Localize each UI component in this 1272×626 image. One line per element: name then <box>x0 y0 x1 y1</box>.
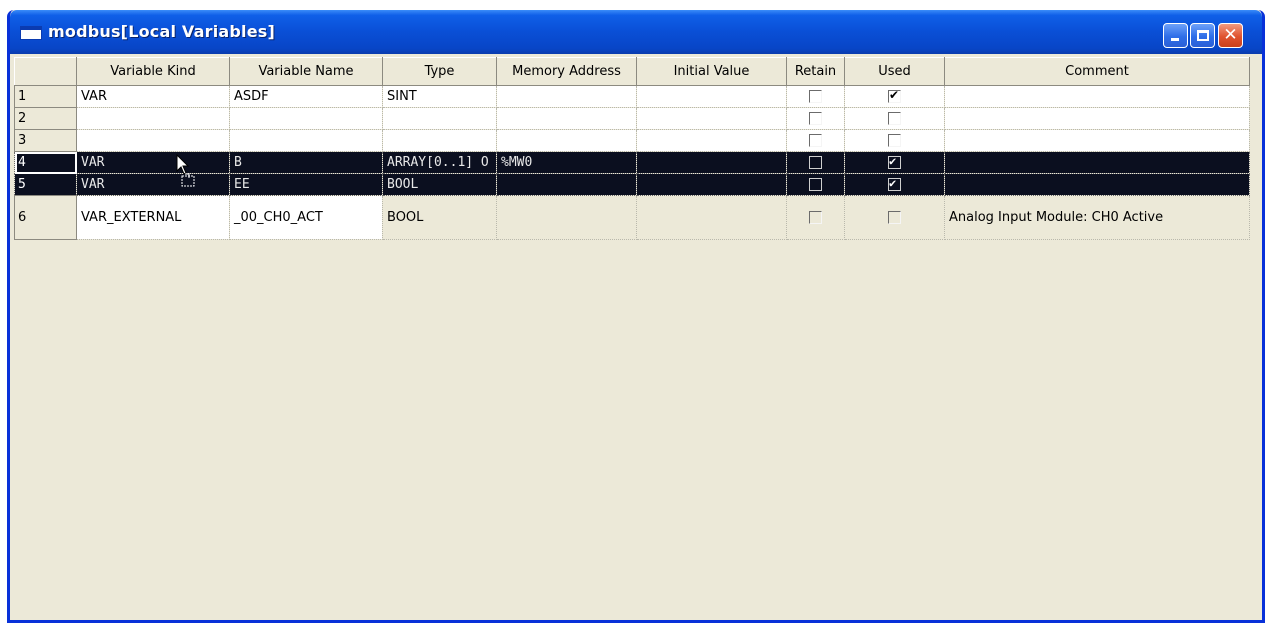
memory-address-cell[interactable] <box>496 173 637 196</box>
variable-kind-cell[interactable] <box>76 107 230 130</box>
table-row[interactable]: 3 <box>14 129 1250 152</box>
table-row[interactable]: 2 <box>14 107 1250 130</box>
retain-cell[interactable] <box>786 85 845 108</box>
used-cell[interactable] <box>844 107 945 130</box>
initial-value-cell[interactable] <box>636 173 787 196</box>
comment-cell[interactable] <box>944 129 1250 152</box>
row-number[interactable]: 1 <box>14 85 77 108</box>
initial-value-cell[interactable] <box>636 129 787 152</box>
table-row[interactable]: 6 VAR_EXTERNAL _00_CH0_ACT BOOL Analog I… <box>14 195 1250 240</box>
row-number[interactable]: 5 <box>14 173 77 196</box>
table-row[interactable]: 1 VAR ASDF SINT <box>14 85 1250 108</box>
used-cell[interactable] <box>844 173 945 196</box>
minimize-icon <box>1171 38 1179 41</box>
used-checkbox[interactable] <box>888 112 901 125</box>
column-header-comment[interactable]: Comment <box>944 57 1250 86</box>
column-header-initial-value[interactable]: Initial Value <box>636 57 787 86</box>
variable-kind-cell[interactable]: VAR <box>76 173 230 196</box>
retain-cell[interactable] <box>786 151 845 174</box>
memory-address-cell[interactable] <box>496 195 637 240</box>
retain-checkbox[interactable] <box>809 178 822 191</box>
type-cell[interactable] <box>382 129 497 152</box>
comment-cell[interactable] <box>944 107 1250 130</box>
used-cell[interactable] <box>844 195 945 240</box>
initial-value-cell[interactable] <box>636 195 787 240</box>
retain-cell[interactable] <box>786 173 845 196</box>
variable-name-cell[interactable]: B <box>229 151 383 174</box>
used-checkbox[interactable] <box>888 88 901 103</box>
variable-name-cell[interactable] <box>229 107 383 130</box>
variable-kind-cell[interactable]: VAR_EXTERNAL <box>76 195 230 240</box>
minimize-button[interactable] <box>1163 23 1188 48</box>
comment-cell[interactable] <box>944 151 1250 174</box>
type-cell[interactable]: ARRAY[0..1] O <box>382 151 497 174</box>
variable-name-cell[interactable]: EE <box>229 173 383 196</box>
comment-cell[interactable] <box>944 85 1250 108</box>
variable-name-cell[interactable]: _00_CH0_ACT <box>229 195 383 240</box>
used-checkbox[interactable] <box>888 211 901 224</box>
maximize-button[interactable] <box>1190 23 1215 48</box>
drag-copy-icon <box>181 173 195 187</box>
variables-table: Variable Kind Variable Name Type Memory … <box>14 57 1250 240</box>
type-cell[interactable] <box>382 107 497 130</box>
window-title: modbus[Local Variables] <box>48 22 276 41</box>
initial-value-cell[interactable] <box>636 107 787 130</box>
column-header-variable-kind[interactable]: Variable Kind <box>76 57 230 86</box>
maximize-icon <box>1197 30 1209 41</box>
retain-checkbox[interactable] <box>809 112 822 125</box>
memory-address-cell[interactable] <box>496 129 637 152</box>
comment-cell[interactable]: Analog Input Module: CH0 Active <box>944 195 1250 240</box>
variable-kind-cell[interactable]: VAR <box>76 85 230 108</box>
column-header-retain[interactable]: Retain <box>786 57 845 86</box>
variables-grid-area: Variable Kind Variable Name Type Memory … <box>10 54 1262 620</box>
corner-header[interactable] <box>14 57 77 86</box>
retain-checkbox[interactable] <box>809 134 822 147</box>
row-number[interactable]: 6 <box>14 195 77 240</box>
memory-address-cell[interactable] <box>496 85 637 108</box>
initial-value-cell[interactable] <box>636 151 787 174</box>
column-header-type[interactable]: Type <box>382 57 497 86</box>
local-variables-window: modbus[Local Variables] ✕ Variable Kind … <box>7 10 1265 623</box>
row-number[interactable]: 3 <box>14 129 77 152</box>
row-number[interactable]: 4 <box>14 151 77 174</box>
row-number[interactable]: 2 <box>14 107 77 130</box>
retain-cell[interactable] <box>786 195 845 240</box>
variable-name-cell[interactable] <box>229 129 383 152</box>
type-cell[interactable]: SINT <box>382 85 497 108</box>
used-cell[interactable] <box>844 85 945 108</box>
used-cell[interactable] <box>844 151 945 174</box>
initial-value-cell[interactable] <box>636 85 787 108</box>
used-checkbox[interactable] <box>888 154 901 169</box>
variable-kind-cell[interactable]: VAR <box>76 151 230 174</box>
table-row-selected[interactable]: 4 VAR B ARRAY[0..1] O %MW0 <box>14 151 1250 174</box>
column-header-variable-name[interactable]: Variable Name <box>229 57 383 86</box>
header-row: Variable Kind Variable Name Type Memory … <box>14 57 1250 86</box>
column-header-memory-address[interactable]: Memory Address <box>496 57 637 86</box>
memory-address-cell[interactable] <box>496 107 637 130</box>
type-cell[interactable]: BOOL <box>382 173 497 196</box>
retain-checkbox[interactable] <box>809 211 822 224</box>
title-bar[interactable]: modbus[Local Variables] ✕ <box>10 10 1262 54</box>
window-icon[interactable] <box>20 26 42 40</box>
variable-kind-cell[interactable] <box>76 129 230 152</box>
used-checkbox[interactable] <box>888 134 901 147</box>
table-row-selected[interactable]: 5 VAR EE BOOL <box>14 173 1250 196</box>
column-header-used[interactable]: Used <box>844 57 945 86</box>
close-icon: ✕ <box>1223 25 1238 45</box>
variable-name-cell[interactable]: ASDF <box>229 85 383 108</box>
memory-address-cell[interactable]: %MW0 <box>496 151 637 174</box>
retain-cell[interactable] <box>786 129 845 152</box>
close-button[interactable]: ✕ <box>1218 23 1243 48</box>
retain-cell[interactable] <box>786 107 845 130</box>
comment-cell[interactable] <box>944 173 1250 196</box>
retain-checkbox[interactable] <box>809 90 822 103</box>
used-checkbox[interactable] <box>888 176 901 191</box>
retain-checkbox[interactable] <box>809 156 822 169</box>
type-cell[interactable]: BOOL <box>382 195 497 240</box>
used-cell[interactable] <box>844 129 945 152</box>
